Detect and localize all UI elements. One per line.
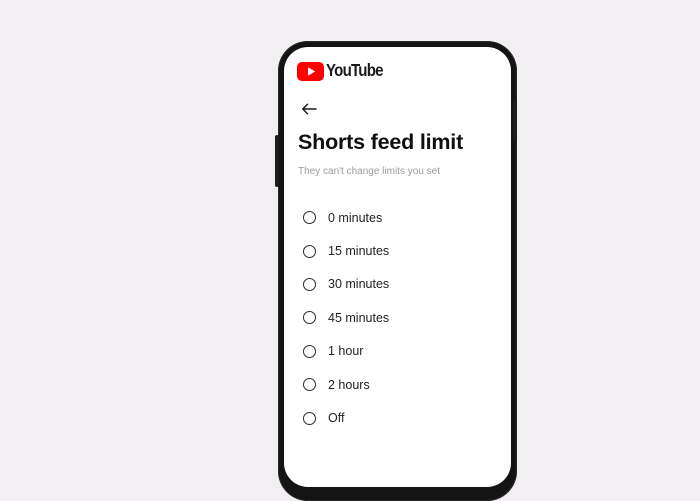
youtube-wordmark: YouTube xyxy=(326,60,384,81)
radio-button[interactable] xyxy=(303,211,316,225)
volume-button xyxy=(275,135,279,187)
option-label: 0 minutes xyxy=(328,210,383,225)
phone-screen: YouTube Shorts feed limit They can't cha… xyxy=(284,47,511,487)
youtube-logo-icon xyxy=(297,61,324,81)
radio-button[interactable] xyxy=(303,311,316,325)
option-label: 30 minutes xyxy=(328,277,390,292)
page-subtitle: They can't change limits you set xyxy=(298,166,440,177)
option-label: 45 minutes xyxy=(328,310,390,325)
radio-button[interactable] xyxy=(303,344,316,358)
option-45-minutes[interactable]: 45 minutes xyxy=(303,301,389,334)
limit-options-list: 0 minutes 15 minutes 30 minutes 45 minut… xyxy=(303,201,389,435)
back-button[interactable] xyxy=(298,99,320,119)
option-30-minutes[interactable]: 30 minutes xyxy=(303,268,389,301)
page-title: Shorts feed limit xyxy=(298,130,464,154)
radio-button[interactable] xyxy=(303,244,316,258)
option-0-minutes[interactable]: 0 minutes xyxy=(303,201,389,234)
option-label: 15 minutes xyxy=(328,244,390,259)
option-off[interactable]: Off xyxy=(303,401,389,434)
option-2-hours[interactable]: 2 hours xyxy=(303,368,389,401)
app-header: YouTube xyxy=(297,60,392,82)
option-label: Off xyxy=(328,411,345,426)
radio-button[interactable] xyxy=(303,277,316,291)
power-button xyxy=(513,100,517,142)
radio-button[interactable] xyxy=(303,378,316,392)
option-1-hour[interactable]: 1 hour xyxy=(303,335,389,368)
option-label: 1 hour xyxy=(328,344,364,359)
option-label: 2 hours xyxy=(328,377,370,392)
radio-button[interactable] xyxy=(303,411,316,425)
option-15-minutes[interactable]: 15 minutes xyxy=(303,234,389,267)
arrow-left-icon xyxy=(302,103,317,115)
